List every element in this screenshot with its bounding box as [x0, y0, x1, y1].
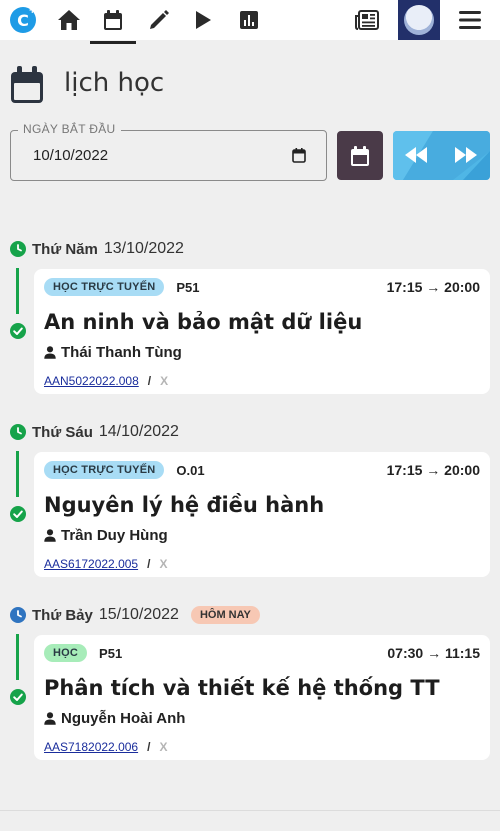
user-icon: [44, 529, 56, 542]
day-header: Thứ Sáu 14/10/2022: [10, 423, 179, 441]
next-week-button[interactable]: [453, 145, 479, 169]
hamburger-menu-icon[interactable]: [452, 0, 488, 40]
logo-mark: C +: [10, 6, 36, 33]
teacher-name: Nguyễn Hoài Anh: [61, 710, 186, 727]
day-date: 15/10/2022: [98, 606, 179, 623]
today-badge: HÔM NAY: [190, 606, 260, 624]
separator: /: [147, 740, 151, 754]
clock-icon: [10, 424, 26, 440]
day-weekday: Thứ Bảy: [32, 606, 93, 624]
user-icon: [44, 712, 56, 725]
avatar[interactable]: [398, 0, 440, 40]
session-teacher: Thái Thanh Tùng: [44, 344, 182, 361]
start-date-label: NGÀY BẮT ĐẦU: [18, 122, 121, 136]
check-icon: [10, 689, 26, 705]
close-mark[interactable]: X: [160, 374, 168, 388]
double-chevron-right-icon: [455, 147, 477, 163]
teacher-name: Thái Thanh Tùng: [61, 344, 182, 361]
start-date-input[interactable]: 10/10/2022: [10, 130, 327, 181]
session-meta: HỌC TRỰC TUYẾN P51 17:15 → 20:00: [44, 277, 480, 297]
session-teacher: Nguyễn Hoài Anh: [44, 710, 185, 727]
session-room: P51: [176, 279, 200, 295]
session-subject: An ninh và bảo mật dữ liệu: [44, 310, 363, 334]
session-card[interactable]: HỌC P51 07:30 → 11:15 Phân tích và thiết…: [34, 635, 490, 760]
course-code-link[interactable]: AAN5022022.008: [44, 374, 139, 388]
session-time: 17:15 → 20:00: [386, 279, 480, 295]
separator: /: [147, 374, 152, 388]
course-code-link[interactable]: AAS7182022.006: [44, 740, 138, 754]
logo-letter: C: [17, 10, 29, 30]
calendar-icon: [351, 145, 369, 166]
timeline-rail: [16, 634, 19, 680]
app-logo[interactable]: C +: [8, 0, 38, 40]
pencil-icon[interactable]: [142, 0, 176, 40]
clock-icon: [10, 241, 26, 257]
user-icon: [44, 346, 56, 359]
session-subject: Nguyên lý hệ điều hành: [44, 493, 325, 517]
day-date: 14/10/2022: [98, 423, 179, 440]
timeline-rail: [16, 451, 19, 497]
day-header: Thứ Năm 13/10/2022: [10, 240, 184, 258]
bottom-divider: [0, 810, 500, 811]
session-code-row: AAS7182022.006 / X: [44, 740, 167, 754]
session-code-row: AAN5022022.008 / X: [44, 374, 168, 388]
day-weekday: Thứ Sáu: [32, 423, 93, 441]
close-mark[interactable]: X: [159, 557, 167, 571]
session-meta: HỌC TRỰC TUYẾN O.01 17:15 → 20:00: [44, 460, 480, 480]
session-teacher: Trần Duy Hùng: [44, 527, 168, 544]
logo-plus: +: [28, 6, 36, 16]
clock-icon: [10, 607, 26, 623]
check-icon: [10, 323, 26, 339]
day-header: Thứ Bảy 15/10/2022 HÔM NAY: [10, 606, 260, 624]
week-nav-buttons: [393, 131, 490, 180]
session-type-badge: HỌC: [44, 644, 88, 662]
play-icon[interactable]: [188, 0, 218, 40]
session-card[interactable]: HỌC TRỰC TUYẾN P51 17:15 → 20:00 An ninh…: [34, 269, 490, 394]
session-type-badge: HỌC TRỰC TUYẾN: [44, 278, 165, 296]
top-navbar: C +: [0, 0, 500, 44]
timeline-rail: [16, 268, 19, 314]
separator: /: [147, 557, 151, 571]
double-chevron-left-icon: [405, 147, 427, 163]
course-code-link[interactable]: AAS6172022.005: [44, 557, 138, 571]
check-icon: [10, 506, 26, 522]
calendar-icon: [10, 66, 44, 108]
session-type-badge: HỌC TRỰC TUYẾN: [44, 461, 165, 479]
start-date-value[interactable]: 10/10/2022: [33, 147, 108, 164]
avatar-image: [404, 5, 434, 35]
close-mark[interactable]: X: [159, 740, 167, 754]
home-icon[interactable]: [52, 0, 86, 40]
bar-chart-icon[interactable]: [232, 0, 266, 40]
page-title: lịch học: [64, 68, 165, 98]
session-room: P51: [99, 645, 123, 661]
session-subject: Phân tích và thiết kế hệ thống TT: [44, 676, 440, 700]
day-date: 13/10/2022: [103, 240, 184, 257]
teacher-name: Trần Duy Hùng: [61, 527, 168, 544]
previous-week-button[interactable]: [403, 145, 429, 169]
session-meta: HỌC P51 07:30 → 11:15: [44, 643, 480, 663]
session-code-row: AAS6172022.005 / X: [44, 557, 167, 571]
session-time: 07:30 → 11:15: [387, 645, 480, 661]
avatar-frame: [398, 0, 440, 40]
open-calendar-button[interactable]: [337, 131, 383, 180]
calendar-icon[interactable]: [90, 0, 136, 44]
newspaper-icon[interactable]: [350, 0, 384, 40]
day-weekday: Thứ Năm: [32, 240, 98, 258]
calendar-picker-icon[interactable]: [292, 148, 306, 167]
session-time: 17:15 → 20:00: [386, 462, 480, 478]
session-room: O.01: [176, 462, 205, 478]
session-card[interactable]: HỌC TRỰC TUYẾN O.01 17:15 → 20:00 Nguyên…: [34, 452, 490, 577]
